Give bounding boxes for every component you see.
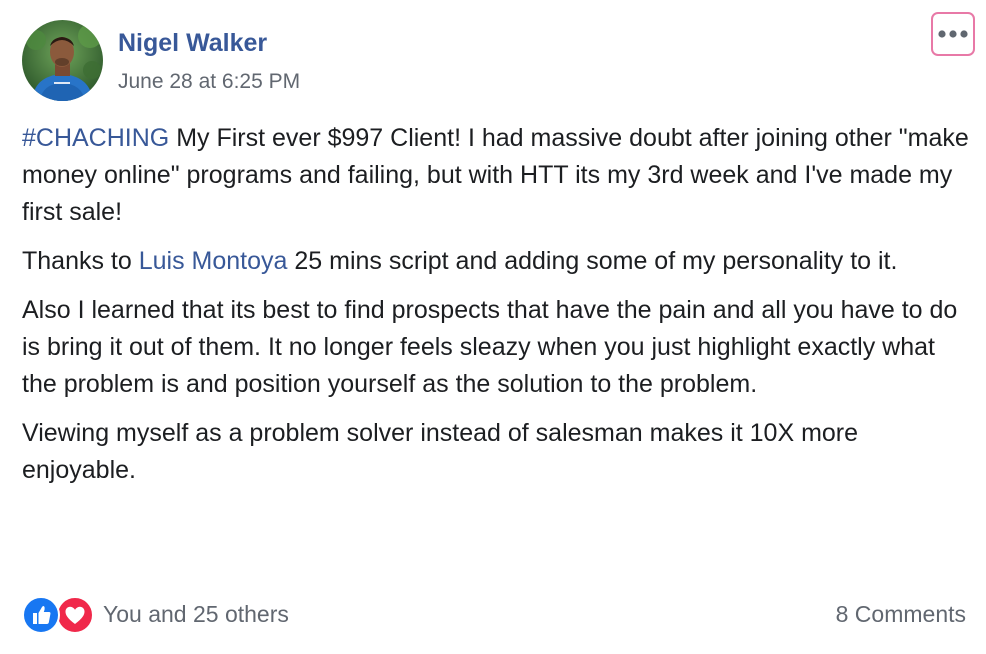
post-timestamp[interactable]: June 28 at 6:25 PM (118, 70, 300, 94)
paragraph-text: 25 mins script and adding some of my per… (287, 247, 898, 275)
post-body: #CHACHING My First ever $997 Client! I h… (22, 120, 972, 501)
author-name[interactable]: Nigel Walker (118, 29, 267, 58)
love-icon (56, 596, 94, 634)
reaction-summary[interactable]: You and 25 others (103, 601, 289, 628)
reactions-button[interactable] (22, 596, 96, 634)
post-paragraph: Viewing myself as a problem solver inste… (22, 415, 972, 489)
post-footer: You and 25 others 8 Comments (22, 592, 966, 636)
avatar-photo (22, 20, 103, 101)
paragraph-text: Viewing myself as a problem solver inste… (22, 419, 859, 484)
mention-link[interactable]: Luis Montoya (139, 247, 288, 275)
comments-count-link[interactable]: 8 Comments (836, 601, 966, 628)
more-options-icon (938, 30, 968, 38)
paragraph-text: Thanks to (22, 247, 139, 275)
post-card: Nigel Walker June 28 at 6:25 PM #CHACHIN… (0, 0, 986, 654)
like-icon (22, 596, 60, 634)
post-paragraph: #CHACHING My First ever $997 Client! I h… (22, 120, 972, 231)
more-options-button[interactable] (931, 12, 975, 56)
post-paragraph: Also I learned that its best to find pro… (22, 292, 972, 403)
author-avatar[interactable] (22, 20, 103, 101)
post-paragraph: Thanks to Luis Montoya 25 mins script an… (22, 243, 972, 280)
hashtag-link[interactable]: #CHACHING (22, 124, 169, 152)
paragraph-text: Also I learned that its best to find pro… (22, 296, 958, 398)
